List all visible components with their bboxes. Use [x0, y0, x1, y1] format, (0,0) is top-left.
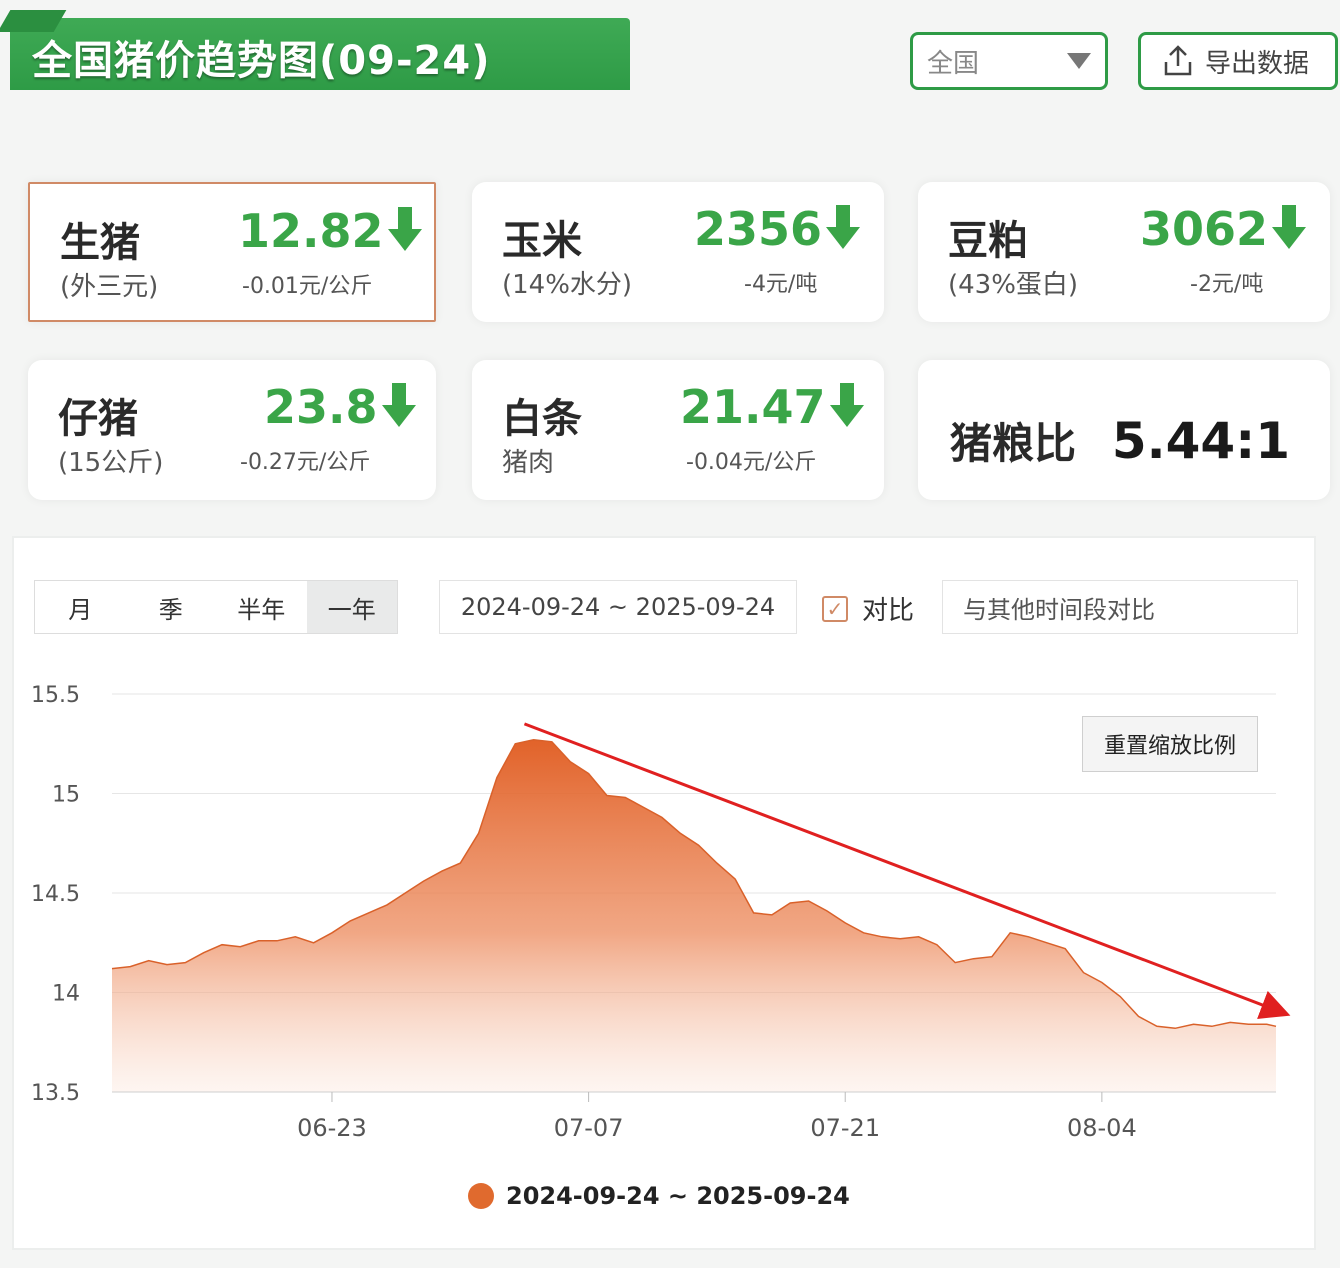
card-change: -2元/吨 [1190, 272, 1264, 297]
card-value: 12.82 [238, 204, 422, 258]
ratio-value: 5.44:1 [1111, 412, 1290, 470]
card-change: -0.01元/公斤 [242, 274, 373, 299]
export-data-button[interactable]: 导出数据 [1138, 32, 1338, 90]
card-name: 白条 [502, 396, 582, 442]
x-tick-label: 08-04 [1067, 1114, 1137, 1142]
card-name: 玉米 [502, 218, 582, 264]
chart-legend[interactable]: 2024-09-24 ~ 2025-09-24 [468, 1182, 850, 1210]
legend-swatch [468, 1183, 494, 1209]
card-soymeal[interactable]: 豆粕 (43%蛋白) 3062 -2元/吨 [918, 182, 1330, 322]
card-corn[interactable]: 玉米 (14%水分) 2356 -4元/吨 [472, 182, 884, 322]
ratio-name: 猪粮比 [950, 419, 1077, 468]
reset-zoom-button[interactable]: 重置缩放比例 [1082, 716, 1258, 772]
card-value: 21.47 [680, 380, 864, 434]
card-value: 3062 [1140, 202, 1307, 256]
card-sub: (外三元) [60, 272, 159, 302]
y-tick-label: 14 [52, 982, 80, 1007]
card-sub: (14%水分) [502, 270, 633, 300]
y-tick-label: 14.5 [31, 882, 80, 907]
card-change: -4元/吨 [744, 272, 818, 297]
upload-icon [1164, 45, 1192, 76]
card-value: 2356 [694, 202, 861, 256]
card-value-text: 12.82 [238, 204, 384, 258]
x-tick-label: 07-21 [810, 1114, 880, 1142]
card-name: 豆粕 [948, 218, 1028, 264]
card-hog[interactable]: 生猪 (外三元) 12.82 -0.01元/公斤 [28, 182, 436, 322]
arrow-down-icon [829, 383, 864, 431]
card-sub: (15公斤) [58, 448, 164, 478]
chevron-down-icon [1067, 53, 1091, 69]
price-chart[interactable]: 15.5 15 14.5 14 13.5 06-23 07-07 07-21 08-04 [14, 538, 1318, 1178]
card-value-text: 21.47 [680, 380, 826, 434]
arrow-down-icon [1272, 205, 1307, 253]
chart-panel: 月季半年 一年 2024-09-24 ~ 2025-09-24 ✓ 对比 与其他时… [12, 536, 1316, 1250]
card-value-text: 3062 [1140, 202, 1269, 256]
arrow-down-icon [826, 205, 861, 253]
card-name: 仔猪 [58, 396, 138, 442]
card-pork[interactable]: 白条 猪肉 21.47 -0.04元/公斤 [472, 360, 884, 500]
x-tick-label: 07-07 [554, 1114, 624, 1142]
card-name: 生猪 [60, 220, 140, 266]
y-tick-label: 15 [52, 783, 80, 808]
card-sub: (43%蛋白) [948, 270, 1079, 300]
arrow-down-icon [387, 207, 422, 255]
region-select-value: 全国 [927, 48, 980, 79]
card-change: -0.04元/公斤 [686, 450, 817, 475]
card-value-text: 23.8 [264, 380, 378, 434]
card-value-text: 2356 [694, 202, 823, 256]
card-sub: 猪肉 [502, 448, 555, 478]
card-value: 23.8 [264, 380, 416, 434]
y-tick-label: 15.5 [31, 683, 80, 708]
page-title: 全国猪价趋势图(09-24) [32, 38, 491, 84]
arrow-down-icon [381, 383, 416, 431]
x-tick-label: 06-23 [297, 1114, 367, 1142]
card-hog-grain-ratio[interactable]: 猪粮比 5.44:1 [918, 360, 1330, 500]
region-select[interactable]: 全国 [910, 32, 1108, 90]
legend-label: 2024-09-24 ~ 2025-09-24 [506, 1182, 850, 1210]
series-area [112, 739, 1276, 1092]
y-tick-label: 13.5 [31, 1081, 80, 1106]
title-banner: 全国猪价趋势图(09-24) [10, 18, 630, 90]
export-data-label: 导出数据 [1205, 48, 1310, 79]
card-piglet[interactable]: 仔猪 (15公斤) 23.8 -0.27元/公斤 [28, 360, 436, 500]
card-change: -0.27元/公斤 [240, 450, 371, 475]
